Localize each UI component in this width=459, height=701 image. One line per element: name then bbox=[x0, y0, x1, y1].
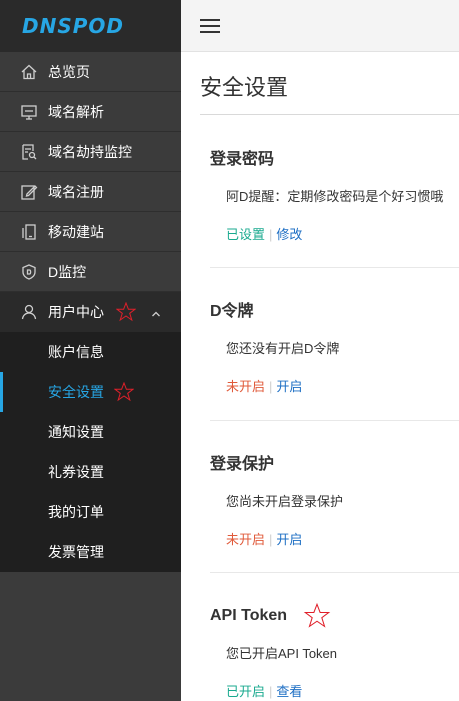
search-document-icon bbox=[20, 143, 38, 161]
edit-icon bbox=[20, 183, 38, 201]
section-title: D令牌 bbox=[210, 303, 254, 320]
section-actions: 已开启 | 查看 bbox=[226, 684, 303, 699]
star-annotation-icon bbox=[301, 603, 333, 629]
status-label: 已设置 bbox=[226, 227, 266, 242]
sidebar-item-label: 域名劫持监控 bbox=[48, 143, 132, 160]
section-divider bbox=[210, 267, 459, 268]
section-title: API Token bbox=[210, 607, 288, 624]
sidebar-item-label: 总览页 bbox=[48, 63, 90, 80]
monitor-icon bbox=[20, 103, 38, 121]
title-divider bbox=[200, 114, 459, 115]
dnspod-logo[interactable]: DNSPOD bbox=[22, 14, 124, 38]
submenu-item-label: 我的订单 bbox=[48, 504, 104, 520]
sidebar-item-user-center[interactable]: 用户中心 bbox=[0, 292, 181, 332]
section-divider bbox=[210, 420, 459, 421]
sidebar-item-hijack-monitor[interactable]: 域名劫持监控 bbox=[0, 132, 181, 172]
star-annotation-icon bbox=[114, 382, 134, 402]
submenu-item-coupon-settings[interactable]: 礼券设置 bbox=[0, 452, 181, 492]
submenu-item-notification-settings[interactable]: 通知设置 bbox=[0, 412, 181, 452]
submenu-item-label: 通知设置 bbox=[48, 424, 104, 440]
status-label: 已开启 bbox=[226, 684, 266, 699]
submenu-item-invoice-management[interactable]: 发票管理 bbox=[0, 532, 181, 572]
main-content: 安全设置 登录密码 阿D提醒：定期修改密码是个好习惯哦 已设置 | 修改 D令牌 您… bbox=[181, 52, 459, 701]
section-title: 登录保护 bbox=[210, 456, 275, 473]
top-header bbox=[181, 0, 459, 52]
section-api-token: API Token 您已开启API Token 已开启 | 查看 bbox=[210, 603, 459, 700]
section-description: 您还没有开启D令牌 bbox=[226, 341, 340, 356]
submenu-item-label: 礼券设置 bbox=[48, 464, 104, 480]
enable-login-protection-link[interactable]: 开启 bbox=[276, 532, 302, 547]
submenu-item-label: 安全设置 bbox=[48, 384, 104, 400]
section-login-protection: 登录保护 您尚未开启登录保护 未开启 | 开启 bbox=[210, 450, 459, 548]
sidebar-item-label: 移动建站 bbox=[48, 223, 104, 240]
sidebar-item-mobile-site[interactable]: 移动建站 bbox=[0, 212, 181, 252]
section-d-token: D令牌 您还没有开启D令牌 未开启 | 开启 bbox=[210, 297, 459, 395]
sidebar-item-label: 域名解析 bbox=[48, 103, 104, 120]
submenu-item-security-settings[interactable]: 安全设置 bbox=[0, 372, 181, 412]
home-icon bbox=[20, 63, 38, 81]
submenu-item-label: 账户信息 bbox=[48, 344, 104, 360]
sidebar: DNSPOD 总览页 域名解析 域名劫持监控 域名注册 移动建站 D监控 用户中… bbox=[0, 0, 181, 701]
status-label: 未开启 bbox=[226, 532, 266, 547]
sidebar-item-domain-register[interactable]: 域名注册 bbox=[0, 172, 181, 212]
mobile-icon bbox=[20, 223, 38, 241]
user-center-submenu: 账户信息 安全设置 通知设置 礼券设置 我的订单 发票管理 bbox=[0, 332, 181, 572]
submenu-item-account-info[interactable]: 账户信息 bbox=[0, 332, 181, 372]
section-actions: 已设置 | 修改 bbox=[226, 227, 303, 242]
section-login-password: 登录密码 阿D提醒：定期修改密码是个好习惯哦 已设置 | 修改 bbox=[210, 145, 459, 243]
section-description: 您尚未开启登录保护 bbox=[226, 494, 344, 509]
section-description: 阿D提醒：定期修改密码是个好习惯哦 bbox=[226, 189, 444, 204]
chevron-up-icon[interactable] bbox=[151, 306, 161, 322]
sidebar-item-dns[interactable]: 域名解析 bbox=[0, 92, 181, 132]
view-api-token-link[interactable]: 查看 bbox=[276, 684, 302, 699]
user-icon bbox=[20, 303, 38, 321]
modify-password-link[interactable]: 修改 bbox=[276, 227, 302, 242]
sidebar-item-d-monitor[interactable]: D监控 bbox=[0, 252, 181, 292]
submenu-item-label: 发票管理 bbox=[48, 544, 104, 560]
section-actions: 未开启 | 开启 bbox=[226, 379, 303, 394]
section-description: 您已开启API Token bbox=[226, 646, 338, 661]
star-annotation-icon bbox=[116, 302, 136, 322]
status-label: 未开启 bbox=[226, 379, 266, 394]
page-title: 安全设置 bbox=[200, 75, 289, 100]
sidebar-item-label: 域名注册 bbox=[48, 183, 104, 200]
sidebar-item-overview[interactable]: 总览页 bbox=[0, 52, 181, 92]
section-title: 登录密码 bbox=[210, 151, 275, 168]
sidebar-item-label: 用户中心 bbox=[48, 304, 104, 320]
enable-d-token-link[interactable]: 开启 bbox=[276, 379, 302, 394]
logo-bar: DNSPOD bbox=[0, 0, 181, 52]
shield-icon bbox=[20, 263, 38, 281]
submenu-item-my-orders[interactable]: 我的订单 bbox=[0, 492, 181, 532]
section-actions: 未开启 | 开启 bbox=[226, 532, 303, 547]
hamburger-icon[interactable] bbox=[200, 18, 220, 33]
section-title-row: API Token bbox=[210, 603, 459, 629]
sidebar-item-label: D监控 bbox=[48, 263, 87, 280]
section-divider bbox=[210, 572, 459, 573]
